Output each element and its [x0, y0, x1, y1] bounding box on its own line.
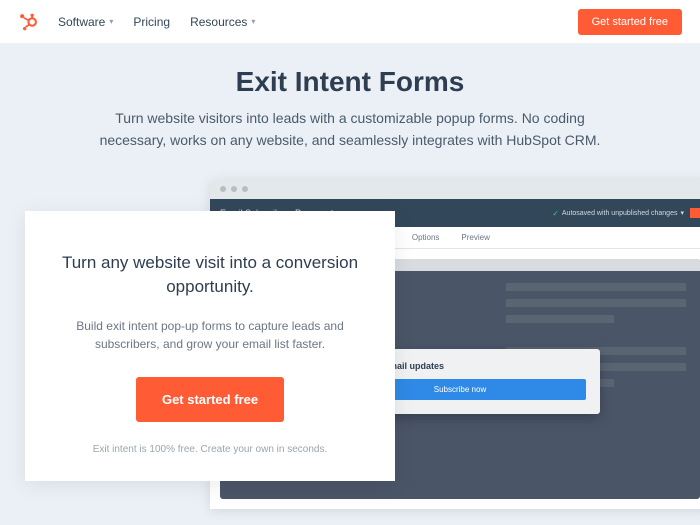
tab-options[interactable]: Options	[412, 233, 440, 242]
get-started-button[interactable]: Get started free	[578, 9, 682, 35]
top-nav: Software▾ Pricing Resources▾ Get started…	[0, 0, 700, 44]
promo-card: Turn any website visit into a conversion…	[25, 211, 395, 481]
nav-pricing[interactable]: Pricing	[133, 15, 170, 29]
lower-content: Email Subscribers Pop-up ✎ ✓Autosaved wi…	[40, 179, 660, 519]
hero-title: Exit Intent Forms	[40, 66, 660, 98]
check-icon: ✓	[552, 209, 559, 218]
autosave-status: ✓Autosaved with unpublished changes▾	[552, 209, 684, 218]
chevron-down-icon: ▾	[109, 17, 113, 26]
promo-footnote: Exit intent is 100% free. Create your ow…	[59, 444, 361, 455]
window-controls	[210, 179, 700, 199]
hero-subtitle: Turn website visitors into leads with a …	[95, 108, 605, 151]
nav-software[interactable]: Software▾	[58, 15, 113, 29]
hero-section: Exit Intent Forms Turn website visitors …	[0, 44, 700, 525]
promo-title: Turn any website visit into a conversion…	[59, 251, 361, 299]
hubspot-logo-icon[interactable]	[18, 12, 38, 32]
promo-body: Build exit intent pop-up forms to captur…	[59, 317, 361, 353]
tab-preview[interactable]: Preview	[461, 233, 489, 242]
action-button[interactable]	[690, 208, 700, 218]
chevron-down-icon: ▾	[251, 17, 255, 26]
nav-left: Software▾ Pricing Resources▾	[18, 12, 255, 32]
nav-resources[interactable]: Resources▾	[190, 15, 255, 29]
promo-cta-button[interactable]: Get started free	[136, 377, 284, 422]
